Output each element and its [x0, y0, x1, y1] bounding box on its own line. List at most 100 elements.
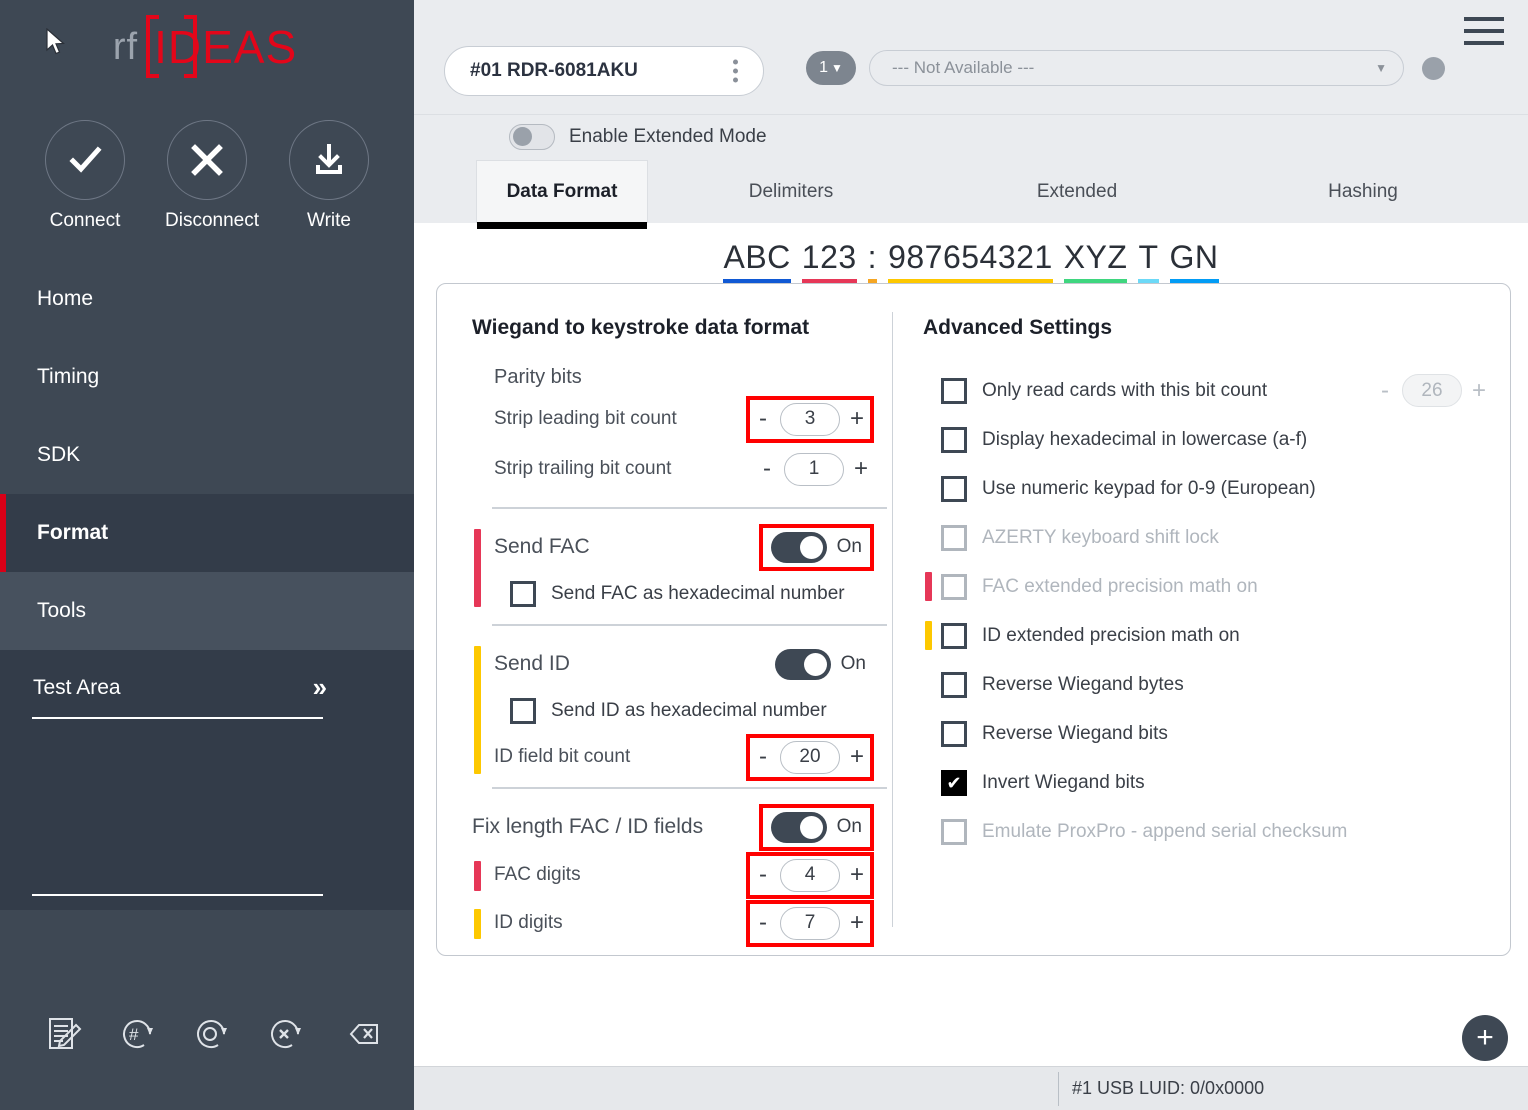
bit-count-minus[interactable]: - — [1378, 377, 1392, 405]
strip-trailing-minus[interactable]: - — [760, 455, 774, 483]
circle-rotate-icon[interactable] — [186, 1012, 238, 1056]
logo-bracket-left-icon — [146, 15, 160, 78]
preview-segment-text: : — [867, 238, 878, 275]
x-rotate-icon[interactable] — [260, 1012, 312, 1056]
fac-digits-value[interactable]: 4 — [780, 858, 840, 892]
strip-trailing-value[interactable]: 1 — [784, 452, 844, 486]
more-options-icon[interactable] — [733, 59, 738, 83]
toggle-knob — [799, 535, 823, 559]
strip-trailing-stepper[interactable]: - 1 + — [754, 450, 874, 489]
tab-extended[interactable]: Extended — [934, 160, 1220, 223]
advanced-setting-checkbox[interactable] — [941, 622, 967, 649]
id-bit-count-minus[interactable]: - — [756, 743, 770, 771]
send-fac-toggle[interactable] — [770, 531, 827, 563]
strip-leading-value[interactable]: 3 — [780, 402, 840, 436]
id-digits-plus[interactable]: + — [850, 909, 864, 937]
advanced-settings-title: Advanced Settings — [923, 316, 1113, 339]
advanced-setting-row: Invert Wiegand bits — [941, 758, 1486, 807]
advanced-setting-checkbox[interactable] — [941, 475, 967, 502]
strip-leading-plus[interactable]: + — [850, 405, 864, 433]
write-label: Write — [307, 210, 351, 231]
advanced-setting-row: Reverse Wiegand bits — [941, 709, 1486, 758]
advanced-setting-label: Display hexadecimal in lowercase (a-f) — [982, 428, 1308, 450]
tab-label: Extended — [1036, 180, 1118, 202]
advanced-setting-row: ID extended precision math on — [925, 611, 1486, 660]
advanced-setting-checkbox[interactable] — [941, 377, 967, 404]
sidebar-item-home[interactable]: Home — [0, 260, 414, 338]
id-digits-value[interactable]: 7 — [780, 906, 840, 940]
write-button[interactable]: Write — [287, 120, 371, 232]
id-digits-minus[interactable]: - — [756, 909, 770, 937]
fix-length-block: Fix length FAC / ID fields On FAC digits… — [472, 803, 892, 947]
disconnect-button[interactable]: Disconnect — [165, 120, 259, 232]
send-fac-hex-checkbox[interactable] — [510, 580, 536, 607]
tab-delimiters[interactable]: Delimiters — [648, 160, 934, 223]
tab-hashing[interactable]: Hashing — [1220, 160, 1506, 223]
chevron-double-right-icon[interactable]: ›› — [313, 672, 327, 703]
id-bit-count-plus[interactable]: + — [850, 743, 864, 771]
advanced-setting-label: Reverse Wiegand bits — [982, 722, 1168, 744]
wiegand-panel: Wiegand to keystroke data format Parity … — [437, 284, 892, 955]
device-selector[interactable]: #01 RDR-6081AKU — [444, 46, 764, 96]
device-index-badge[interactable]: 1 ▼ — [806, 51, 856, 85]
advanced-setting-checkbox — [941, 818, 967, 845]
fac-digits-row: FAC digits - 4 + — [472, 851, 874, 899]
card-type-dropdown[interactable]: --- Not Available --- ▼ — [869, 50, 1404, 86]
strip-leading-minus[interactable]: - — [756, 405, 770, 433]
advanced-setting-checkbox[interactable] — [941, 671, 967, 698]
extended-mode-toggle[interactable] — [509, 124, 555, 150]
advanced-settings-list: Only read cards with this bit count -26 + D… — [923, 366, 1510, 856]
id-bit-count-row: ID field bit count - 20 + — [494, 733, 874, 781]
sidebar-item-label: Home — [37, 287, 94, 310]
sidebar-item-format[interactable]: Format — [0, 494, 414, 572]
id-bit-count-value[interactable]: 20 — [780, 740, 840, 774]
fac-digits-minus[interactable]: - — [756, 861, 770, 889]
chevron-down-icon: ▼ — [831, 61, 843, 75]
close-icon — [191, 144, 223, 176]
tab-data-format[interactable]: Data Format — [476, 160, 648, 229]
main-content: #01 RDR-6081AKU 1 ▼ --- Not Available --… — [414, 0, 1528, 1110]
advanced-setting-checkbox[interactable] — [941, 426, 967, 453]
document-edit-icon[interactable] — [38, 1012, 90, 1056]
advanced-setting-label: Use numeric keypad for 0-9 (European) — [982, 477, 1316, 499]
send-id-toggle-state: On — [840, 653, 866, 674]
send-id-toggle-wrap[interactable]: On — [767, 645, 874, 684]
send-id-toggle[interactable] — [774, 648, 831, 680]
id-digits-row: ID digits - 7 + — [472, 899, 874, 947]
fix-length-toggle-wrap[interactable]: On — [758, 803, 874, 851]
id-bit-count-label: ID field bit count — [494, 746, 631, 767]
hash-rotate-icon[interactable]: # — [112, 1012, 164, 1056]
strip-leading-stepper[interactable]: - 3 + — [746, 395, 874, 443]
test-area-title: Test Area — [33, 675, 121, 699]
fac-digits-plus[interactable]: + — [850, 861, 864, 889]
send-fac-toggle-wrap[interactable]: On — [758, 523, 874, 571]
id-digits-stepper[interactable]: - 7 + — [746, 899, 874, 947]
advanced-setting-checkbox[interactable] — [941, 720, 967, 747]
fac-digits-accent-bar — [474, 861, 481, 891]
send-fac-label: Send FAC — [494, 535, 590, 558]
id-bit-count-stepper[interactable]: - 20 + — [746, 733, 874, 781]
hamburger-menu-icon[interactable] — [1464, 17, 1504, 45]
add-button[interactable]: + — [1462, 1015, 1508, 1061]
sidebar-actions: Connect Disconnect Write — [0, 120, 414, 232]
fix-length-toggle[interactable] — [770, 811, 827, 843]
send-id-hex-checkbox[interactable] — [510, 697, 536, 724]
sidebar-item-tools[interactable]: Tools — [0, 572, 414, 650]
backspace-icon[interactable] — [334, 1012, 386, 1056]
connect-button[interactable]: Connect — [43, 120, 127, 232]
bit-count-plus[interactable]: + — [1472, 377, 1486, 405]
tab-section: Enable Extended Mode Data Format Delimit… — [414, 115, 1528, 229]
advanced-setting-row: Display hexadecimal in lowercase (a-f) — [941, 415, 1486, 464]
wiegand-panel-title: Wiegand to keystroke data format — [472, 316, 810, 339]
sidebar-item-timing[interactable]: Timing — [0, 338, 414, 416]
send-id-accent-bar — [474, 646, 481, 774]
strip-trailing-plus[interactable]: + — [854, 455, 868, 483]
advanced-setting-checkbox[interactable] — [941, 769, 967, 796]
fac-digits-stepper[interactable]: - 4 + — [746, 851, 874, 899]
advanced-setting-row: Emulate ProxPro - append serial checksum — [941, 807, 1486, 856]
sidebar-item-sdk[interactable]: SDK — [0, 416, 414, 494]
bit-count-value[interactable]: 26 — [1402, 374, 1462, 407]
advanced-setting-row: AZERTY keyboard shift lock — [941, 513, 1486, 562]
app-logo: rf IDEAS — [0, 15, 414, 78]
test-area-header[interactable]: Test Area ›› — [0, 650, 414, 703]
